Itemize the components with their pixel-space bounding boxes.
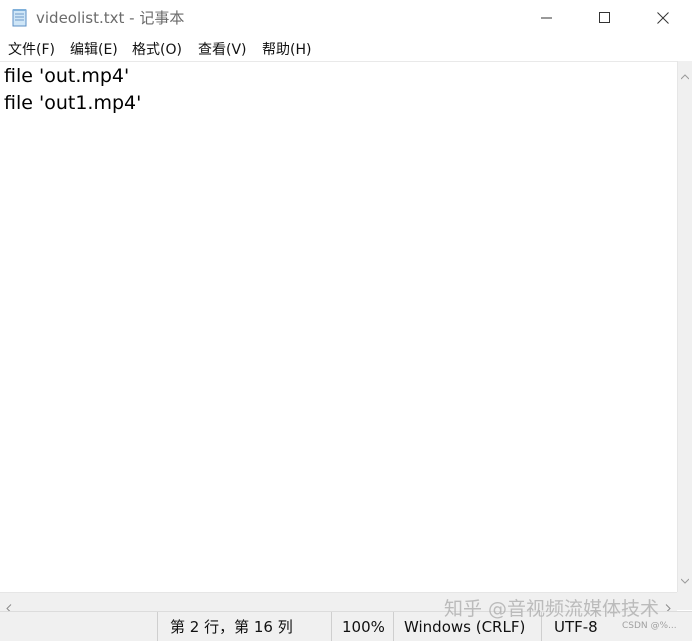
menu-edit[interactable]: 编辑(E) <box>70 40 118 60</box>
menu-format[interactable]: 格式(O) <box>132 40 182 60</box>
status-zoom: 100% <box>342 618 385 636</box>
minimize-icon <box>541 9 553 28</box>
close-icon <box>657 9 669 28</box>
text-editor[interactable]: file 'out.mp4' file 'out1.mp4' <box>0 61 677 593</box>
editor-line: file 'out.mp4' <box>4 65 130 87</box>
window-title: videolist.txt - 记事本 <box>36 9 185 27</box>
status-divider <box>331 612 332 641</box>
scrollbar-corner <box>677 592 692 610</box>
watermark-text: 知乎 @音视频流媒体技术 <box>444 598 660 620</box>
editor-line: file 'out1.mp4' <box>4 92 142 114</box>
menu-file[interactable]: 文件(F) <box>8 40 55 60</box>
menu-help[interactable]: 帮助(H) <box>262 40 311 60</box>
watermark-small-text: CSDN @%... <box>622 621 677 631</box>
chevron-up-icon[interactable] <box>680 65 690 84</box>
notepad-icon <box>10 8 30 28</box>
status-cursor-position: 第 2 行，第 16 列 <box>170 618 293 636</box>
chevron-down-icon[interactable] <box>680 569 690 588</box>
menu-view[interactable]: 查看(V) <box>198 40 247 60</box>
menu-bar: 文件(F) 编辑(E) 格式(O) 查看(V) 帮助(H) <box>0 37 692 61</box>
close-button[interactable] <box>634 0 692 36</box>
maximize-button[interactable] <box>576 0 634 36</box>
status-divider <box>393 612 394 641</box>
minimize-button[interactable] <box>518 0 576 36</box>
status-divider <box>157 612 158 641</box>
vertical-scrollbar[interactable] <box>677 61 692 592</box>
maximize-icon <box>599 9 611 28</box>
notepad-window: videolist.txt - 记事本 文件(F) 编辑(E) 格式(O) 查看… <box>0 0 692 641</box>
title-bar[interactable]: videolist.txt - 记事本 <box>0 0 692 36</box>
